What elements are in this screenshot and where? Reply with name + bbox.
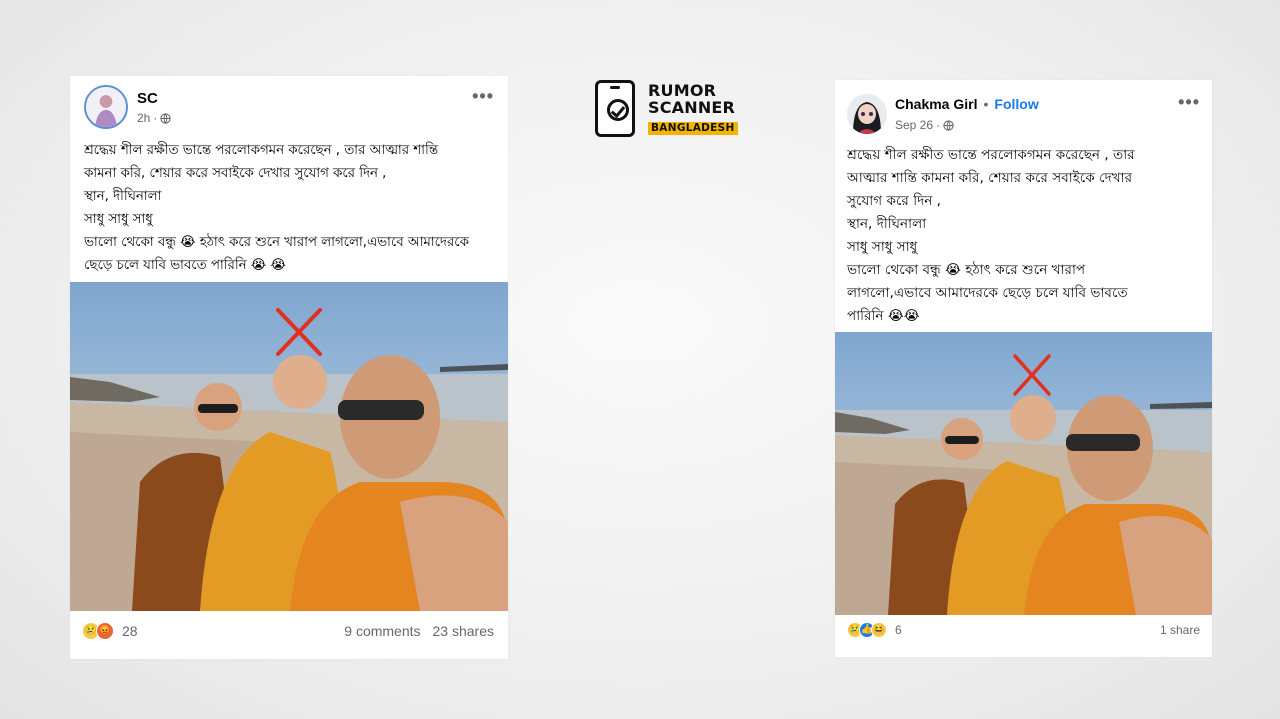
shares-count[interactable]: 23 shares	[433, 623, 494, 639]
post-text-line: শ্রদ্ধেয় শীল রক্ষীত ভান্তে পরলোকগমন করে…	[84, 143, 438, 158]
shares-count[interactable]: 1 share	[1160, 623, 1200, 637]
post-text-line: লাগলো,এভাবে আমাদেরকে ছেড়ে চলে যাবি ভাবত…	[847, 285, 1128, 301]
reactions[interactable]: 😢 👍 😆 6	[847, 622, 902, 638]
author-name[interactable]: Chakma Girl	[895, 96, 977, 112]
post-text-line: কামনা করি, শেয়ার করে সবাইকে দেখার সুযোগ…	[84, 166, 387, 181]
post-text: শ্রদ্ধেয় শীল রক্ষীত ভান্তে পরলোকগমন করে…	[84, 139, 496, 277]
logo-text-bangladesh: BANGLADESH	[648, 122, 738, 135]
comments-count[interactable]: 9 comments	[344, 623, 420, 639]
more-options-icon[interactable]: •••	[1178, 92, 1200, 113]
meta-separator: ·	[153, 111, 158, 125]
follow-button[interactable]: Follow	[994, 96, 1038, 112]
post-text-line: স্থান, দীঘিনালা	[84, 189, 162, 204]
rumor-scanner-logo: RUMOR SCANNER BANGLADESH	[595, 80, 745, 138]
author-name[interactable]: SC	[137, 90, 158, 107]
haha-react-icon: 😆	[871, 622, 887, 638]
post-text-line: ভালো থেকো বন্ধু 😭 হঠাৎ করে শুনে খারাপ	[847, 262, 1086, 278]
post-text-line: সাধু সাধু সাধু	[847, 239, 918, 255]
post-text-line: ভালো থেকো বন্ধু 😭 হঠাৎ করে শুনে খারাপ লা…	[84, 235, 469, 250]
follow-separator: •	[983, 96, 989, 112]
logo-text-rumor: RUMOR	[648, 81, 717, 100]
post-text: শ্রদ্ধেয় শীল রক্ষীত ভান্তে পরলোকগমন করে…	[847, 144, 1203, 328]
reactions[interactable]: 😢 😡 28	[82, 622, 138, 640]
post-footer: 😢 👍 😆 6 1 share	[835, 622, 1212, 638]
post-time[interactable]: 2h	[137, 111, 150, 125]
more-options-icon[interactable]: •••	[472, 86, 494, 107]
author-avatar[interactable]	[84, 85, 128, 129]
angry-react-icon: 😡	[96, 622, 114, 640]
post-meta: Sep 26 ·	[895, 118, 954, 132]
post-text-line: সুযোগ করে দিন ,	[847, 193, 942, 209]
reaction-count[interactable]: 6	[895, 623, 902, 637]
author-avatar[interactable]	[847, 94, 887, 134]
phone-check-icon	[595, 80, 635, 137]
logo-text-scanner: SCANNER	[648, 98, 736, 117]
post-time[interactable]: Sep 26	[895, 118, 933, 132]
post-photo[interactable]	[70, 282, 508, 611]
post-photo[interactable]	[835, 332, 1212, 615]
post-text-line: স্থান, দীঘিনালা	[847, 216, 927, 232]
post-text-line: পারিনি 😭😭	[847, 308, 920, 324]
post-meta: 2h ·	[137, 111, 171, 125]
post-text-line: ছেড়ে চলে যাবি ভাবতে পারিনি 😭 😭	[84, 258, 287, 273]
post-text-line: শ্রদ্ধেয় শীল রক্ষীত ভান্তে পরলোকগমন করে…	[847, 147, 1135, 163]
author-row: Chakma Girl • Follow	[895, 96, 1039, 112]
right-post-card: Chakma Girl • Follow Sep 26 · ••• শ্রদ্ধ…	[835, 80, 1212, 657]
post-text-line: আত্মার শান্তি কামনা করি, শেয়ার করে সবাই…	[847, 170, 1133, 186]
post-footer: 😢 😡 28 9 comments 23 shares	[70, 622, 508, 640]
globe-icon	[943, 119, 954, 131]
left-post-card: SC 2h · ••• শ্রদ্ধেয় শীল রক্ষীত ভান্তে …	[70, 76, 508, 659]
reaction-count[interactable]: 28	[122, 623, 138, 639]
post-text-line: সাধু সাধু সাধু	[84, 212, 153, 227]
meta-separator: ·	[936, 118, 941, 132]
globe-icon	[160, 112, 171, 124]
